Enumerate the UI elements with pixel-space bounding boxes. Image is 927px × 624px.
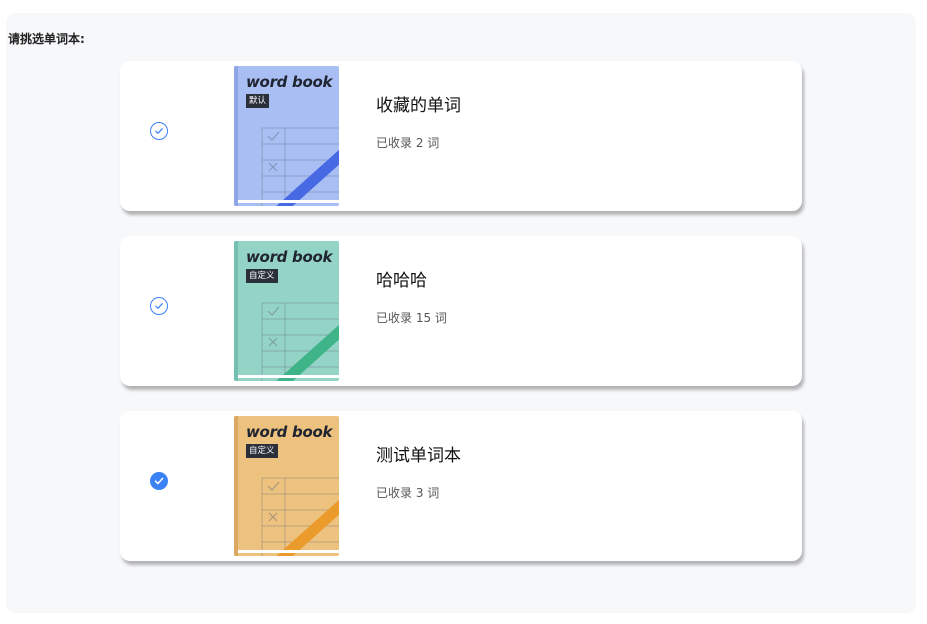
wordbook-card[interactable]: word book 自定义 测试单词本 已收录 3 词 — [120, 411, 802, 561]
circle-check-outline-icon[interactable] — [150, 297, 168, 315]
cover-spine — [234, 241, 238, 381]
circle-check-outline-icon[interactable] — [150, 122, 168, 140]
wordbook-cover: word book 默认 — [234, 66, 339, 206]
cover-spine — [234, 416, 238, 556]
wordbook-cover: word book 自定义 — [234, 416, 339, 556]
wordbook-name: 哈哈哈 — [376, 271, 427, 291]
wordbook-count: 已收录 15 词 — [376, 311, 447, 325]
cover-title: word book — [246, 423, 333, 441]
cover-title: word book — [246, 248, 333, 266]
cover-tag: 默认 — [246, 94, 270, 108]
wordbook-card[interactable]: word book 自定义 哈哈哈 已收录 15 词 — [120, 236, 802, 386]
wordbook-card[interactable]: word book 默认 收藏的单词 已收录 2 词 — [120, 61, 802, 211]
cover-tag: 自定义 — [246, 269, 278, 283]
wordbook-name: 测试单词本 — [376, 446, 461, 466]
wordbook-name: 收藏的单词 — [376, 96, 461, 116]
wordbook-count: 已收录 2 词 — [376, 136, 440, 150]
cover-title: word book — [246, 73, 333, 91]
cover-tag: 自定义 — [246, 444, 278, 458]
wordbook-count: 已收录 3 词 — [376, 486, 440, 500]
circle-check-filled-icon[interactable] — [150, 472, 168, 490]
cover-spine — [234, 66, 238, 206]
prompt-label: 请挑选单词本: — [8, 32, 85, 46]
wordbook-cover: word book 自定义 — [234, 241, 339, 381]
